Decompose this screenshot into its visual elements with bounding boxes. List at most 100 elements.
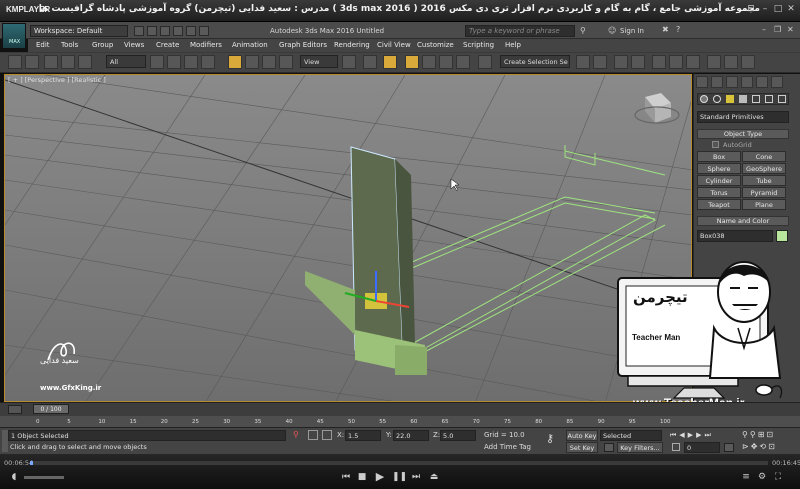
- viewcube[interactable]: [634, 93, 680, 124]
- menu-tools[interactable]: Tools: [61, 41, 78, 49]
- settings-icon[interactable]: ⚙: [756, 472, 768, 482]
- motion-tab-icon[interactable]: [741, 76, 753, 88]
- edit-named-selection-icon[interactable]: [478, 55, 492, 69]
- orbit-pan-controls[interactable]: ⊳✥⟲⊡: [742, 442, 777, 451]
- key-selection-dropdown[interactable]: Selected: [600, 430, 662, 441]
- utilities-tab-icon[interactable]: [771, 76, 783, 88]
- volume-icon[interactable]: ◖: [8, 472, 20, 482]
- binoculars-icon[interactable]: ⚲: [580, 26, 590, 36]
- maximize-icon[interactable]: □: [773, 4, 783, 14]
- schematic-view-icon[interactable]: [669, 55, 683, 69]
- app-logo-button[interactable]: MAX: [2, 23, 26, 49]
- pin-icon[interactable]: ⊡: [746, 4, 756, 14]
- cameras-icon[interactable]: [739, 95, 747, 103]
- geosphere-button[interactable]: GeoSphere: [742, 163, 786, 174]
- playlist-icon[interactable]: ≡: [740, 472, 752, 482]
- viewport-label[interactable]: [ + ] [Perspective ] [Realistic ]: [8, 76, 106, 84]
- spinner-snap-icon[interactable]: [456, 55, 470, 69]
- select-and-scale-icon[interactable]: [262, 55, 276, 69]
- help-icon[interactable]: ?: [676, 25, 680, 34]
- object-color-swatch[interactable]: [776, 230, 788, 242]
- time-slider-thumb[interactable]: 0 / 100: [33, 404, 69, 414]
- minimize-icon[interactable]: –: [760, 4, 770, 14]
- project-folder-icon[interactable]: [199, 26, 209, 36]
- z-coordinate-input[interactable]: 5.0: [440, 430, 476, 441]
- shapes-icon[interactable]: [713, 95, 721, 103]
- menu-create[interactable]: Create: [156, 41, 179, 49]
- torus-button[interactable]: Torus: [697, 187, 741, 198]
- object-type-rollout[interactable]: Object Type: [697, 129, 789, 139]
- prev-icon[interactable]: ⏮: [340, 472, 352, 482]
- menu-civil-view[interactable]: Civil View: [377, 41, 411, 49]
- named-selection-set-dropdown[interactable]: Create Selection Se: [500, 55, 570, 68]
- select-manipulate-icon[interactable]: [363, 55, 377, 69]
- auto-key-button[interactable]: Auto Key: [566, 430, 598, 441]
- isolate-selection-icon[interactable]: ⚲: [293, 430, 303, 440]
- stop-icon[interactable]: ■: [356, 472, 368, 482]
- app-restore-icon[interactable]: ❐: [774, 25, 781, 34]
- x-coordinate-input[interactable]: 1.5: [345, 430, 381, 441]
- box-button[interactable]: Box: [697, 151, 741, 162]
- viewport-nav-controls[interactable]: ⚲⚲⊞⊡: [742, 430, 775, 439]
- mirror-icon[interactable]: [576, 55, 590, 69]
- render-production-icon[interactable]: [741, 55, 755, 69]
- systems-icon[interactable]: [778, 95, 786, 103]
- select-and-place-icon[interactable]: [279, 55, 293, 69]
- select-object-icon[interactable]: [150, 55, 164, 69]
- link-icon[interactable]: [44, 55, 58, 69]
- cylinder-button[interactable]: Cylinder: [697, 175, 741, 186]
- select-by-name-icon[interactable]: [167, 55, 181, 69]
- cone-button[interactable]: Cone: [742, 151, 786, 162]
- pivot-center-icon[interactable]: [342, 55, 356, 69]
- seek-bar[interactable]: [30, 461, 768, 465]
- menu-customize[interactable]: Customize: [417, 41, 454, 49]
- redo-icon[interactable]: [160, 26, 170, 36]
- rendered-frame-icon[interactable]: [724, 55, 738, 69]
- bind-spacewarp-icon[interactable]: [78, 55, 92, 69]
- time-slider-track[interactable]: [0, 402, 800, 416]
- time-config-icon[interactable]: [724, 443, 734, 452]
- key-filters-button[interactable]: Key Filters...: [617, 442, 663, 453]
- name-and-color-rollout[interactable]: Name and Color: [697, 216, 789, 226]
- geometry-icon[interactable]: [700, 95, 708, 103]
- pause-icon[interactable]: ❚❚: [392, 472, 407, 482]
- lights-icon[interactable]: [726, 95, 734, 103]
- save-file-icon[interactable]: [186, 26, 196, 36]
- next-icon[interactable]: ⏭: [410, 472, 422, 482]
- teapot-button[interactable]: Teapot: [697, 199, 741, 210]
- tube-button[interactable]: Tube: [742, 175, 786, 186]
- menu-views[interactable]: Views: [124, 41, 144, 49]
- workspace-dropdown[interactable]: Workspace: Default: [30, 25, 128, 37]
- volume-slider[interactable]: [24, 476, 64, 479]
- set-key-button[interactable]: Set Key: [566, 442, 598, 453]
- reference-coordinate-dropdown[interactable]: View: [300, 55, 338, 68]
- close-icon[interactable]: ✕: [786, 4, 796, 14]
- menu-help[interactable]: Help: [505, 41, 521, 49]
- spacewarps-icon[interactable]: [765, 95, 773, 103]
- select-and-move-icon[interactable]: [228, 55, 242, 69]
- pyramid-button[interactable]: Pyramid: [742, 187, 786, 198]
- display-tab-icon[interactable]: [756, 76, 768, 88]
- selection-filter-dropdown[interactable]: All: [106, 55, 146, 68]
- search-input[interactable]: Type a keyword or phrase: [465, 25, 575, 37]
- new-file-icon[interactable]: [134, 26, 144, 36]
- menu-animation[interactable]: Animation: [232, 41, 268, 49]
- menu-graph-editors[interactable]: Graph Editors: [279, 41, 327, 49]
- angle-snap-icon[interactable]: [422, 55, 436, 69]
- material-editor-icon[interactable]: [686, 55, 700, 69]
- eject-icon[interactable]: ⏏: [428, 472, 440, 482]
- fullscreen-icon[interactable]: ⛶: [772, 472, 784, 482]
- render-setup-icon[interactable]: [707, 55, 721, 69]
- toggle-ribbon-icon[interactable]: [631, 55, 645, 69]
- selection-lock-icon[interactable]: [308, 430, 318, 440]
- hierarchy-tab-icon[interactable]: [726, 76, 738, 88]
- keyboard-shortcut-icon[interactable]: [383, 55, 397, 69]
- open-mini-curve-editor-icon[interactable]: [8, 405, 22, 414]
- current-frame-input[interactable]: 0: [684, 442, 720, 453]
- unlink-icon[interactable]: [61, 55, 75, 69]
- sphere-button[interactable]: Sphere: [697, 163, 741, 174]
- modify-tab-icon[interactable]: [711, 76, 723, 88]
- primitive-category-dropdown[interactable]: Standard Primitives: [697, 111, 789, 123]
- add-time-tag-button[interactable]: Add Time Tag: [484, 443, 531, 451]
- y-coordinate-input[interactable]: 22.0: [393, 430, 429, 441]
